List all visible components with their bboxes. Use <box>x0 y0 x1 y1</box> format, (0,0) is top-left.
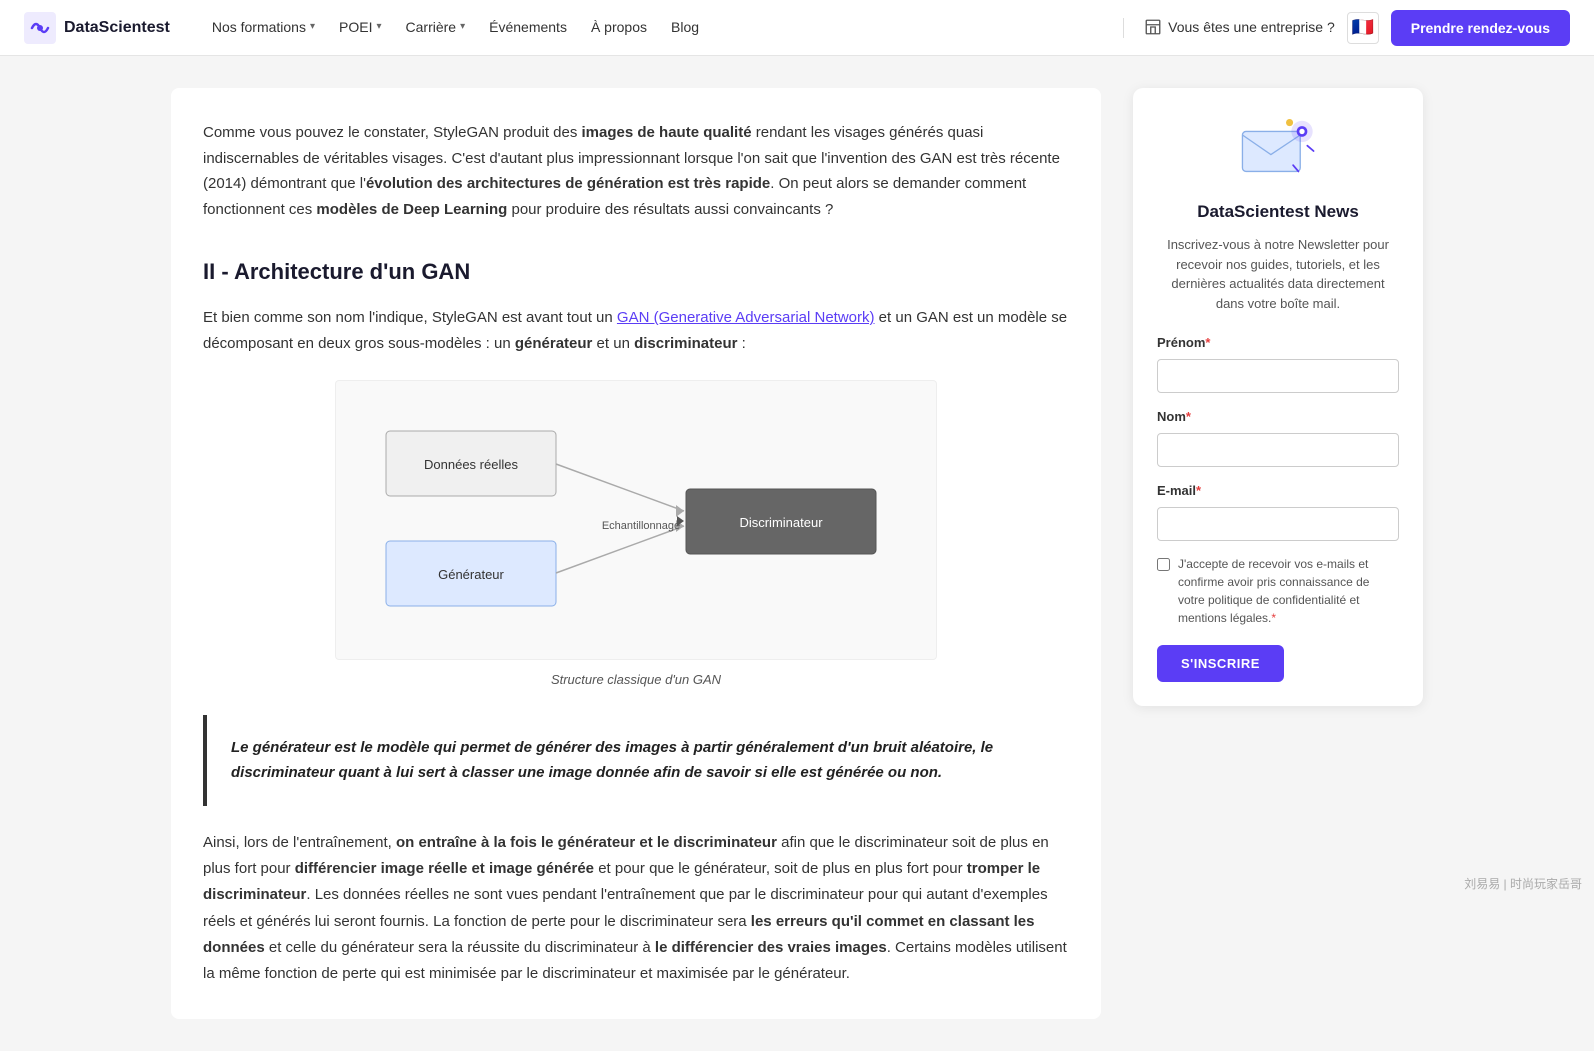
nav-link-carriere[interactable]: Carrière ▾ <box>396 10 476 44</box>
subscribe-button[interactable]: S'INSCRIRE <box>1157 645 1284 682</box>
logo-text: DataScientest <box>64 15 170 41</box>
diagram-container: Données réelles Générateur Discriminateu… <box>203 380 1069 691</box>
nom-group: Nom* <box>1157 407 1399 467</box>
newsletter-title: DataScientest News <box>1157 198 1399 225</box>
enterprise-link[interactable]: Vous êtes une entreprise ? <box>1144 16 1335 38</box>
nav-right: Vous êtes une entreprise ? 🇫🇷 Prendre re… <box>1115 10 1570 46</box>
page-layout: Comme vous pouvez le constater, StyleGAN… <box>147 56 1447 1051</box>
nom-input[interactable] <box>1157 433 1399 467</box>
newsletter-desc: Inscrivez-vous à notre Newsletter pour r… <box>1157 235 1399 313</box>
logo-icon <box>24 12 56 44</box>
sidebar: DataScientest News Inscrivez-vous à notr… <box>1133 88 1423 1019</box>
chevron-down-icon: ▾ <box>310 19 315 35</box>
nav-link-blog[interactable]: Blog <box>661 10 709 44</box>
svg-text:Echantillonnage: Echantillonnage <box>602 520 680 532</box>
nav-link-formations[interactable]: Nos formations ▾ <box>202 10 325 44</box>
prenom-input[interactable] <box>1157 359 1399 393</box>
nom-label: Nom* <box>1157 407 1399 428</box>
newsletter-form: Prénom* Nom* E-mail* <box>1157 333 1399 681</box>
svg-text:Discriminateur: Discriminateur <box>739 515 823 530</box>
prenom-label: Prénom* <box>1157 333 1399 354</box>
email-group: E-mail* <box>1157 481 1399 541</box>
nav-divider <box>1123 18 1124 38</box>
nav-link-poei[interactable]: POEI ▾ <box>329 10 392 44</box>
chevron-down-icon: ▾ <box>376 19 381 35</box>
highlight-block: Le générateur est le modèle qui permet d… <box>203 715 1069 806</box>
diagram-wrapper: Données réelles Générateur Discriminateu… <box>335 380 937 660</box>
section-intro: Et bien comme son nom l'indique, StyleGA… <box>203 305 1069 356</box>
main-content: Comme vous pouvez le constater, StyleGAN… <box>171 88 1101 1019</box>
nav-link-apropos[interactable]: À propos <box>581 10 657 44</box>
newsletter-icon <box>1238 112 1318 182</box>
navbar: DataScientest Nos formations ▾ POEI ▾ Ca… <box>0 0 1594 56</box>
cta-button[interactable]: Prendre rendez-vous <box>1391 10 1570 46</box>
language-selector[interactable]: 🇫🇷 <box>1347 12 1379 44</box>
consent-label: J'accepte de recevoir vos e-mails et con… <box>1178 555 1399 627</box>
svg-text:Générateur: Générateur <box>438 567 504 582</box>
chevron-down-icon: ▾ <box>460 19 465 35</box>
svg-text:Données réelles: Données réelles <box>424 457 518 472</box>
building-icon <box>1144 18 1162 36</box>
intro-paragraph: Comme vous pouvez le constater, StyleGAN… <box>203 120 1069 222</box>
gan-link[interactable]: GAN (Generative Adversarial Network) <box>617 309 875 326</box>
diagram-caption: Structure classique d'un GAN <box>551 670 721 691</box>
body-paragraph: Ainsi, lors de l'entraînement, on entraî… <box>203 830 1069 988</box>
prenom-group: Prénom* <box>1157 333 1399 393</box>
consent-group: J'accepte de recevoir vos e-mails et con… <box>1157 555 1399 627</box>
consent-checkbox[interactable] <box>1157 558 1170 571</box>
section-title: II - Architecture d'un GAN <box>203 254 1069 289</box>
nav-links: Nos formations ▾ POEI ▾ Carrière ▾ Événe… <box>202 10 1115 44</box>
gan-diagram: Données réelles Générateur Discriminateu… <box>356 401 916 631</box>
newsletter-card: DataScientest News Inscrivez-vous à notr… <box>1133 88 1423 706</box>
newsletter-icon-area <box>1157 112 1399 182</box>
highlight-text: Le générateur est le modèle qui permet d… <box>231 739 993 782</box>
watermark: 刘易易 | 时尚玩家岳哥 <box>1464 875 1582 894</box>
email-input[interactable] <box>1157 507 1399 541</box>
email-label: E-mail* <box>1157 481 1399 502</box>
logo-link[interactable]: DataScientest <box>24 12 170 44</box>
nav-link-evenements[interactable]: Événements <box>479 10 577 44</box>
